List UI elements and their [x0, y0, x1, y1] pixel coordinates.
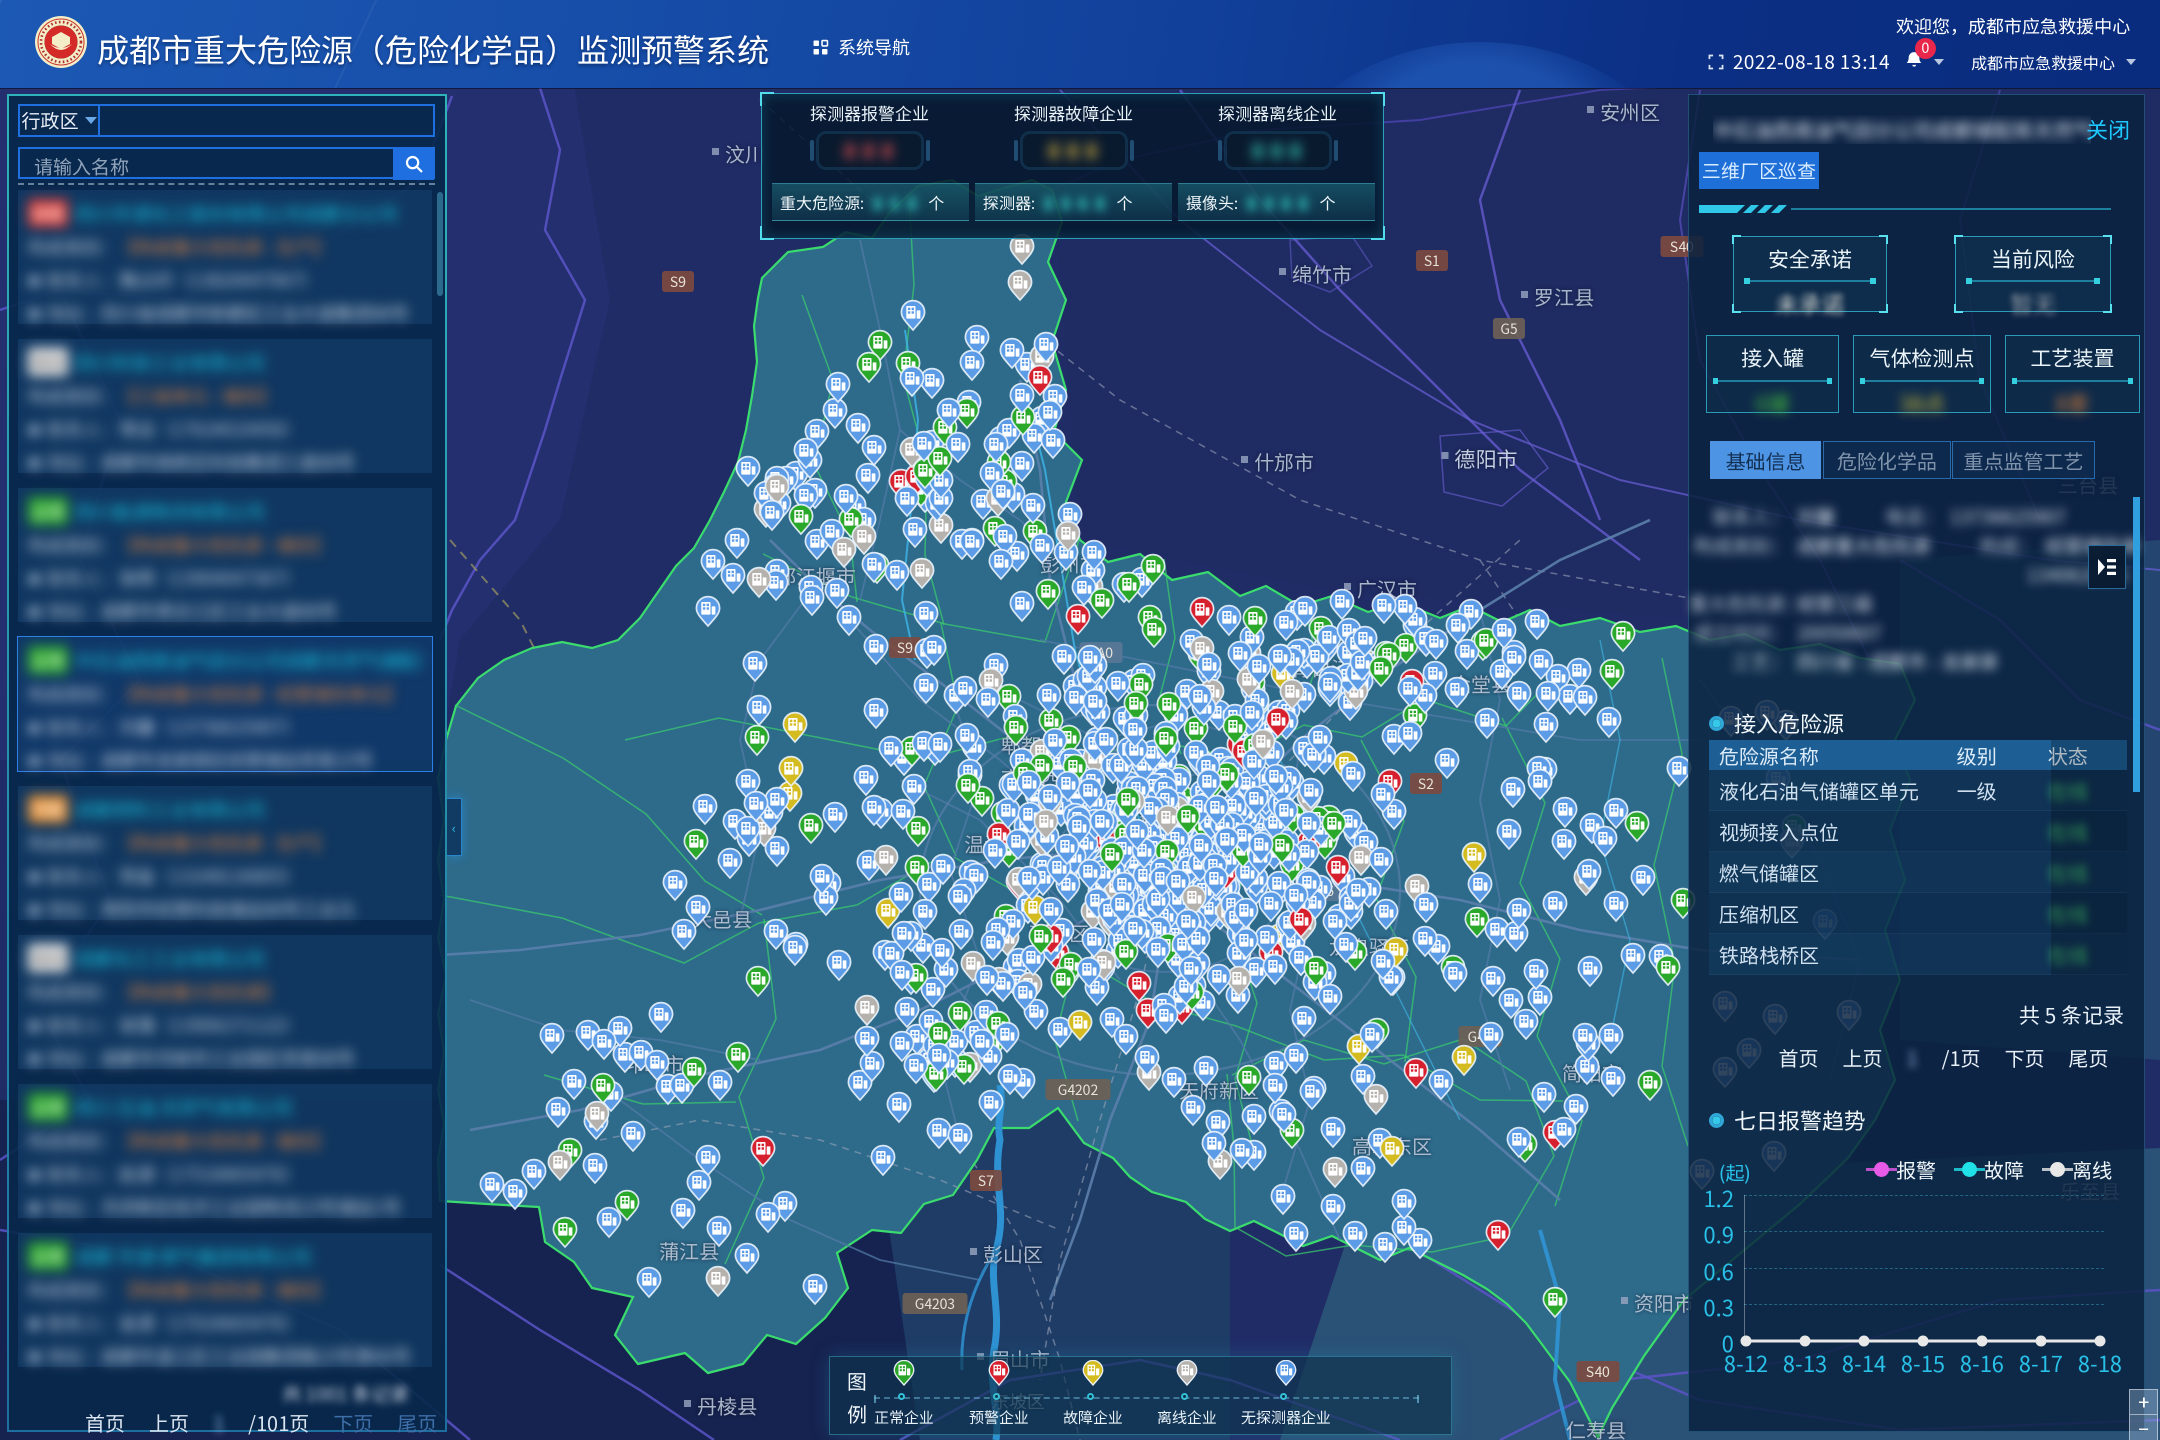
svg-text:S9: S9	[897, 638, 913, 658]
svg-text:S40: S40	[1586, 1362, 1610, 1382]
svg-text:罗江县: 罗江县	[1534, 282, 1594, 311]
svg-text:S9: S9	[670, 272, 686, 292]
svg-text:绵竹市: 绵竹市	[1292, 259, 1352, 288]
svg-text:蒲江县: 蒲江县	[659, 1236, 719, 1265]
svg-text:德阳市: 德阳市	[1455, 444, 1518, 474]
svg-text:资阳市: 资阳市	[1634, 1288, 1694, 1317]
svg-text:什邡市: 什邡市	[1254, 447, 1314, 476]
svg-text:S1: S1	[1424, 251, 1440, 271]
svg-text:S2: S2	[1418, 774, 1434, 794]
svg-text:G4203: G4203	[915, 1294, 956, 1314]
svg-text:G5: G5	[1500, 319, 1518, 339]
svg-text:彭山区: 彭山区	[983, 1239, 1043, 1268]
svg-text:安州区: 安州区	[1600, 97, 1660, 126]
svg-text:丹棱县: 丹棱县	[697, 1391, 757, 1420]
svg-text:S7: S7	[978, 1171, 994, 1191]
svg-text:仁寿县: 仁寿县	[1566, 1415, 1626, 1440]
svg-text:G4202: G4202	[1058, 1080, 1099, 1100]
svg-text:汶川: 汶川	[725, 139, 765, 168]
